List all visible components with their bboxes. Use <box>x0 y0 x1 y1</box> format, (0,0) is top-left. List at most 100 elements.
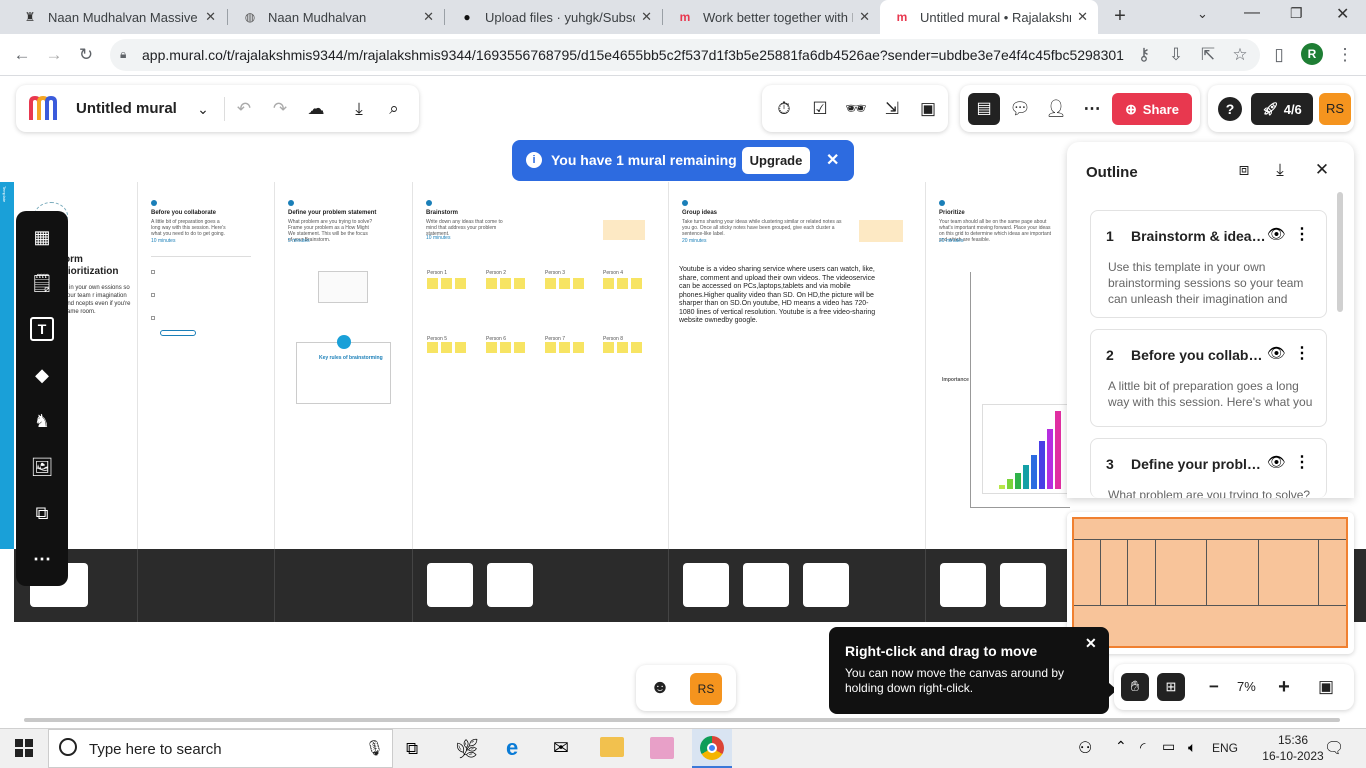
close-icon[interactable]: ✕ <box>1085 635 1097 652</box>
browser-tab[interactable]: ♜ Naan Mudhalvan Massive Up ✕ <box>8 0 226 34</box>
key-icon[interactable]: ⚷ <box>1133 44 1155 66</box>
side-panel-icon[interactable]: ▯ <box>1268 44 1290 66</box>
section-thumbnail[interactable] <box>1000 563 1046 607</box>
undo-icon[interactable]: ↶ <box>232 97 256 121</box>
network-icon[interactable]: ◜ <box>1140 739 1145 756</box>
fullscreen-icon[interactable]: ▣ <box>1314 675 1338 699</box>
template-side-tab[interactable]: Template <box>0 182 14 549</box>
section-thumbnail[interactable] <box>683 563 729 607</box>
share-button[interactable]: ⊕ Share <box>1112 93 1192 125</box>
zoom-out-icon[interactable]: − <box>1202 675 1226 699</box>
search-icon[interactable]: ⌕ <box>382 97 406 121</box>
volume-icon[interactable]: 🔈︎ <box>1188 739 1196 756</box>
map-icon[interactable]: ⊞ <box>1157 673 1185 701</box>
mural-title[interactable]: Untitled mural <box>76 100 177 117</box>
user-avatar[interactable]: RS <box>1319 93 1351 125</box>
section-thumbnail[interactable] <box>427 563 473 607</box>
close-tab-icon[interactable]: ✕ <box>859 9 870 25</box>
file-explorer-icon[interactable] <box>600 737 624 757</box>
maximize-icon[interactable]: ❐ <box>1290 5 1303 22</box>
download-icon[interactable]: ⤓ <box>1268 158 1292 182</box>
upgrade-button[interactable]: Upgrade <box>742 147 810 174</box>
help-icon[interactable]: ? <box>1218 97 1242 121</box>
bookmark-star-icon[interactable]: ☆ <box>1229 44 1251 66</box>
share-page-icon[interactable]: ⇱ <box>1197 44 1219 66</box>
language-indicator[interactable]: ENG <box>1212 741 1238 755</box>
zoom-level[interactable]: 7% <box>1237 679 1256 694</box>
horizontal-scrollbar[interactable] <box>24 718 1340 722</box>
section-thumbnail[interactable] <box>487 563 533 607</box>
chrome-taskbar-button[interactable] <box>692 729 732 768</box>
mail-icon[interactable]: ✉ <box>553 737 569 760</box>
members-icon[interactable]: 👤︎ <box>1044 97 1068 121</box>
eye-icon[interactable]: 👁︎ <box>1267 344 1286 362</box>
people-icon[interactable]: ⚇ <box>1078 738 1092 758</box>
browser-tab[interactable]: m Work better together with M ✕ <box>663 0 880 34</box>
minimap[interactable] <box>1067 512 1354 654</box>
browser-tab-active[interactable]: m Untitled mural • Rajalakshm ✕ <box>880 0 1098 34</box>
edge-icon[interactable]: e <box>506 735 518 761</box>
zoom-in-icon[interactable]: + <box>1272 675 1296 699</box>
private-mode-icon[interactable]: 🕶︎ <box>844 97 868 121</box>
section-thumbnail[interactable] <box>940 563 986 607</box>
task-view-icon[interactable]: ⧉ <box>406 739 418 759</box>
address-bar[interactable]: 🔒︎ app.mural.co/t/rajalakshmis9344/m/raj… <box>110 39 1260 71</box>
summon-icon[interactable]: ⇲ <box>880 97 904 121</box>
minimap-viewport[interactable] <box>1072 517 1348 648</box>
close-window-icon[interactable]: ✕ <box>1336 4 1349 24</box>
more-icon[interactable]: ⋮ <box>1294 452 1310 472</box>
tab-search-icon[interactable]: ⌄ <box>1197 6 1208 22</box>
forward-icon[interactable]: → <box>43 44 65 66</box>
download-icon[interactable]: ⤓ <box>347 97 371 121</box>
minimize-icon[interactable]: — <box>1244 4 1260 22</box>
shapes-icon[interactable]: ◆ <box>30 363 54 387</box>
outline-item[interactable]: 2 Before you collaborate 👁︎ ⋮ A little b… <box>1090 329 1327 427</box>
browser-tab[interactable]: ● Upload files · yuhgk/Subscrib ✕ <box>445 0 662 34</box>
text-icon[interactable]: T <box>30 317 54 341</box>
close-tab-icon[interactable]: ✕ <box>205 9 216 25</box>
collaborator-avatar[interactable]: RS <box>690 673 722 705</box>
eye-icon[interactable]: 👁︎ <box>1267 453 1286 471</box>
present-icon[interactable]: ⧈ <box>1232 158 1256 182</box>
clock-date[interactable]: 16-10-2023 <box>1258 749 1328 763</box>
new-tab-icon[interactable]: + <box>1109 5 1131 27</box>
redo-icon[interactable]: ↷ <box>268 97 292 121</box>
close-icon[interactable]: ✕ <box>826 150 839 170</box>
lock-icon[interactable]: 🔒︎ <box>120 47 126 62</box>
section-thumbnail[interactable] <box>743 563 789 607</box>
youtube-text-note[interactable]: Youtube is a video sharing service where… <box>679 266 879 326</box>
diagram-icon[interactable]: ⧉ <box>30 501 54 525</box>
onboarding-progress-button[interactable]: 🚀︎ 4/6 <box>1251 93 1313 125</box>
outline-item[interactable]: 1 Brainstorm & idea prioritization 👁︎ ⋮ … <box>1090 210 1327 318</box>
more-icon[interactable]: ⋯ <box>1080 97 1104 121</box>
sticky-note-icon[interactable]: 🗒︎ <box>30 271 54 295</box>
windows-start-icon[interactable] <box>15 739 33 757</box>
llama-icon[interactable]: ♞ <box>30 409 54 433</box>
templates-icon[interactable]: ▦ <box>30 225 54 249</box>
mural-logo-icon[interactable] <box>28 95 60 122</box>
close-tab-icon[interactable]: ✕ <box>423 9 434 25</box>
eye-icon[interactable]: 👁︎ <box>1267 225 1286 243</box>
back-icon[interactable]: ← <box>11 44 33 66</box>
battery-icon[interactable]: ▭ <box>1162 738 1175 755</box>
image-icon[interactable]: 🖼︎ <box>30 455 54 479</box>
outline-icon[interactable]: ▤ <box>968 93 1000 125</box>
install-icon[interactable]: ⇩ <box>1165 44 1187 66</box>
hand-tool-icon[interactable]: ✋︎ <box>1121 673 1149 701</box>
browser-tab[interactable]: ◍ Naan Mudhalvan ✕ <box>228 0 444 34</box>
photos-app-icon[interactable] <box>650 737 674 759</box>
more-icon[interactable]: ⋮ <box>1294 224 1310 244</box>
profile-avatar[interactable]: R <box>1301 43 1323 65</box>
reload-icon[interactable]: ↻ <box>75 44 97 66</box>
plant-app-icon[interactable]: 🌿︎ <box>455 737 479 761</box>
taskbar-search-box[interactable]: Type here to search 🎙︎ <box>48 729 393 768</box>
more-tools-icon[interactable]: ⋯ <box>30 547 54 571</box>
chevron-up-icon[interactable]: ⌃ <box>1115 738 1127 755</box>
microphone-icon[interactable]: 🎙︎ <box>365 739 384 757</box>
notifications-icon[interactable]: 🗨︎ <box>1324 738 1344 758</box>
timer-icon[interactable]: ⏱ <box>772 97 796 121</box>
more-icon[interactable]: ⋮ <box>1294 343 1310 363</box>
scrollbar[interactable] <box>1337 192 1343 312</box>
toolkit-icon[interactable]: ▣ <box>916 97 940 121</box>
close-icon[interactable]: ✕ <box>1310 158 1334 182</box>
